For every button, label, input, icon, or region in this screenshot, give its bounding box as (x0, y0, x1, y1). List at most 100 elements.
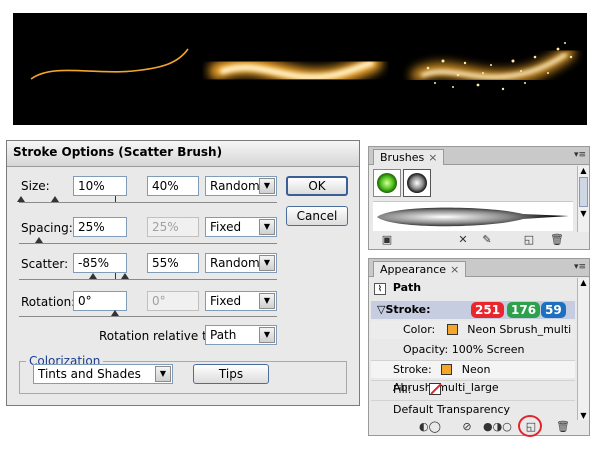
trash-icon[interactable]: 🗑 (555, 420, 571, 434)
rgb-red-badge: 251 (471, 302, 505, 318)
dialog-title: Stroke Options (Scatter Brush) (7, 141, 359, 167)
colorization-select[interactable]: Tints and Shades ▼ (33, 364, 173, 384)
scatter-slider-min-handle[interactable] (89, 273, 97, 279)
spacing-slider-handle[interactable] (35, 237, 43, 243)
brushes-tabbar: Brushes × ▾≡ (369, 147, 589, 165)
scroll-down-icon[interactable]: ▼ (578, 411, 589, 420)
size-slider-min-handle[interactable] (17, 196, 25, 202)
art-brush-swatch[interactable] (373, 201, 573, 231)
clear-appearance-icon[interactable]: ⊘ (459, 420, 475, 434)
colorization-value: Tints and Shades (38, 367, 141, 381)
rgb-green-badge: 176 (507, 302, 541, 318)
scatter-mode-select[interactable]: Random ▼ (205, 253, 277, 273)
opacity-row[interactable]: Opacity: 100% Screen (371, 341, 575, 359)
chevron-down-icon[interactable]: ▼ (259, 327, 275, 343)
transparency-row[interactable]: Default Transparency (371, 400, 575, 418)
fill-label: Fill: (393, 383, 412, 396)
remove-stroke-icon[interactable]: ✕ (455, 233, 471, 247)
scroll-thumb[interactable] (579, 177, 588, 207)
appearance-tabbar: Appearance × ▾≡ (369, 259, 589, 277)
rotation-min-input[interactable]: 0° (73, 291, 127, 311)
size-mode-value: Random (210, 179, 260, 193)
tab-brushes[interactable]: Brushes × (373, 149, 445, 165)
spacing-mode-value: Fixed (210, 220, 242, 234)
stroke2-swatch[interactable] (441, 364, 453, 375)
scroll-up-icon[interactable]: ▲ (578, 166, 589, 175)
size-mode-select[interactable]: Random ▼ (205, 176, 277, 196)
size-slider-max-handle[interactable] (51, 196, 59, 202)
stroke-header: ▽Stroke: (377, 303, 431, 316)
color-label: Color: (403, 323, 436, 336)
brush-swatch-green[interactable] (373, 169, 401, 197)
appearance-tab-label: Appearance (380, 263, 447, 276)
scroll-up-icon[interactable]: ▲ (578, 278, 589, 287)
rotation-slider-track[interactable] (19, 316, 277, 317)
size-slider-track[interactable] (19, 202, 277, 203)
chevron-down-icon[interactable]: ▼ (259, 178, 275, 194)
ok-button[interactable]: OK (286, 176, 348, 196)
fill-row[interactable]: Fill: (371, 380, 575, 398)
tips-button[interactable]: Tips (193, 364, 269, 384)
visibility-toggle-icon[interactable]: ◐◯ (419, 420, 441, 434)
spacing-mode-select[interactable]: Fixed ▼ (205, 217, 277, 237)
path-icon: ⌇ (374, 283, 386, 295)
scatter-mode-value: Random (210, 256, 260, 270)
brush-swatch-gray[interactable] (403, 169, 431, 197)
rotation-slider-handle[interactable] (111, 310, 119, 316)
green-brush-icon (377, 173, 397, 193)
stroke-options-dialog: Stroke Options (Scatter Brush) Size: 10%… (6, 140, 360, 406)
appearance-scrollbar[interactable]: ▲ ▼ (577, 278, 589, 420)
brushes-tab-label: Brushes (380, 151, 425, 164)
brush-options-icon[interactable]: ✎ (479, 233, 495, 247)
scatter-slider-max-handle[interactable] (121, 273, 129, 279)
size-label: Size: (21, 179, 50, 193)
chevron-down-icon[interactable]: ▼ (155, 366, 171, 382)
highlight-circle (518, 415, 542, 437)
close-icon[interactable]: × (450, 263, 459, 276)
panel-menu-icon[interactable]: ▾≡ (574, 150, 586, 160)
stroke-row[interactable]: ▽Stroke: 251 176 59 (371, 301, 575, 319)
path-row[interactable]: ⌇ Path (371, 281, 575, 299)
appearance-panel: Appearance × ▾≡ ⌇ Path ▽Stroke: 251 176 5… (368, 258, 590, 437)
brushes-scrollbar[interactable]: ▲ ▼ (577, 166, 589, 232)
stroke2-label: Stroke: (393, 363, 432, 376)
reduce-basic-icon[interactable]: ●◑○ (483, 420, 512, 434)
brush-library-icon[interactable]: ▣ (379, 233, 395, 247)
color-swatch[interactable] (446, 324, 458, 335)
scatter-label: Scatter: (21, 257, 69, 271)
stroke-preview-banner (13, 13, 587, 125)
chevron-down-icon[interactable]: ▼ (259, 255, 275, 271)
slider-center-tick (115, 273, 116, 279)
no-fill-icon[interactable] (428, 383, 442, 395)
close-icon[interactable]: × (428, 151, 437, 164)
thin-stroke (30, 48, 189, 80)
cancel-button[interactable]: Cancel (286, 206, 348, 226)
scroll-down-icon[interactable]: ▼ (578, 209, 589, 218)
rotation-max-input: 0° (147, 291, 199, 311)
new-brush-icon[interactable]: ◱ (521, 233, 537, 247)
path-label: Path (392, 281, 422, 294)
scatter-slider-track[interactable] (19, 279, 277, 280)
size-min-input[interactable]: 10% (73, 176, 127, 196)
size-max-input[interactable]: 40% (147, 176, 199, 196)
tab-appearance[interactable]: Appearance × (373, 261, 467, 277)
rotation-relative-select[interactable]: Path ▼ (205, 325, 277, 345)
rotation-relative-label: Rotation relative to: (99, 329, 219, 343)
transparency-label: Default Transparency (393, 403, 511, 416)
color-row[interactable]: Color: Neon Sbrush_multi (371, 321, 575, 339)
opacity-text: Opacity: 100% Screen (403, 343, 525, 356)
chevron-down-icon[interactable]: ▼ (259, 219, 275, 235)
spacing-max-input: 25% (147, 217, 199, 237)
rotation-mode-select[interactable]: Fixed ▼ (205, 291, 277, 311)
gray-brush-icon (407, 173, 427, 193)
spacing-slider-track[interactable] (19, 243, 277, 244)
spacing-min-input[interactable]: 25% (73, 217, 127, 237)
neon-strokes-illustration (30, 42, 575, 91)
art-brush-icon (377, 207, 569, 227)
scatter-min-input[interactable]: -85% (73, 253, 127, 273)
trash-icon[interactable]: 🗑 (549, 233, 565, 247)
panel-menu-icon[interactable]: ▾≡ (574, 262, 586, 272)
stroke2-row[interactable]: Stroke: Neon Abrush_multi_large (371, 360, 575, 394)
chevron-down-icon[interactable]: ▼ (259, 293, 275, 309)
scatter-max-input[interactable]: 55% (147, 253, 199, 273)
